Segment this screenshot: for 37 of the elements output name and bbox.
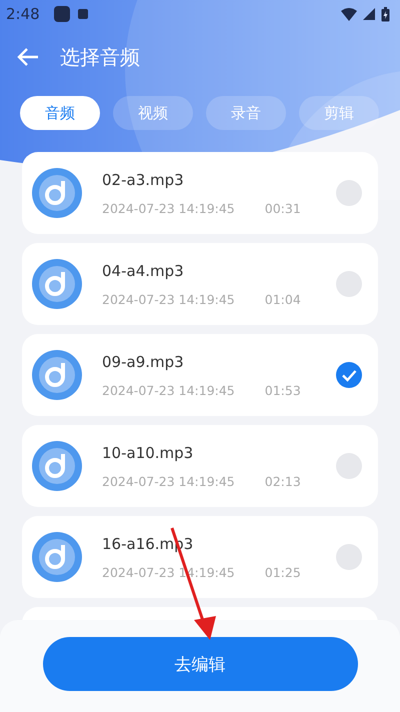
battery-icon bbox=[381, 6, 390, 22]
tab[interactable]: 音频 bbox=[20, 96, 100, 130]
file-card[interactable]: 04-a4.mp3 2024-07-23 14:19:45 01:04 bbox=[22, 243, 378, 325]
checked-radio[interactable] bbox=[336, 362, 362, 388]
file-date: 2024-07-23 14:19:45 bbox=[102, 200, 235, 216]
music-note-icon bbox=[32, 532, 82, 582]
page-title: 选择音频 bbox=[60, 44, 140, 70]
wifi-icon bbox=[341, 8, 357, 20]
radio-button[interactable] bbox=[336, 544, 362, 570]
music-note-icon bbox=[32, 259, 82, 309]
back-button[interactable] bbox=[16, 47, 40, 67]
edit-button[interactable]: 去编辑 bbox=[42, 637, 358, 691]
file-name: 10-a10.mp3 bbox=[102, 444, 194, 462]
file-date: 2024-07-23 14:19:45 bbox=[102, 474, 235, 488]
file-duration: 02:13 bbox=[264, 474, 301, 488]
file-name: 02-a3.mp3 bbox=[102, 170, 185, 188]
radio-button[interactable] bbox=[336, 180, 362, 206]
file-name: 04-a4.mp3 bbox=[102, 262, 185, 280]
music-note-icon bbox=[32, 350, 82, 400]
app-icon bbox=[54, 6, 70, 22]
file-duration: 01:53 bbox=[264, 382, 301, 398]
file-name: 09-a9.mp3 bbox=[102, 352, 185, 370]
file-date: 2024-07-23 14:19:45 bbox=[102, 382, 235, 398]
file-duration: 00:31 bbox=[264, 200, 301, 216]
radio-button[interactable] bbox=[336, 271, 362, 297]
file-duration: 01:25 bbox=[264, 564, 301, 580]
file-card[interactable]: 02-a3.mp3 2024-07-23 14:19:45 00:31 bbox=[22, 152, 378, 234]
radio-button[interactable] bbox=[336, 453, 362, 479]
music-note-icon bbox=[32, 441, 82, 491]
signal-icon bbox=[363, 8, 375, 20]
file-duration: 01:04 bbox=[264, 292, 301, 306]
file-card[interactable]: 10-a10.mp3 2024-07-23 14:19:45 02:13 bbox=[22, 425, 378, 507]
file-date: 2024-07-23 14:19:45 bbox=[102, 292, 235, 306]
music-note-icon bbox=[32, 168, 82, 218]
status-time: 2:48 bbox=[6, 5, 40, 23]
file-card[interactable]: 09-a9.mp3 2024-07-23 14:19:45 01:53 bbox=[22, 334, 378, 416]
notification-icon bbox=[78, 9, 88, 19]
